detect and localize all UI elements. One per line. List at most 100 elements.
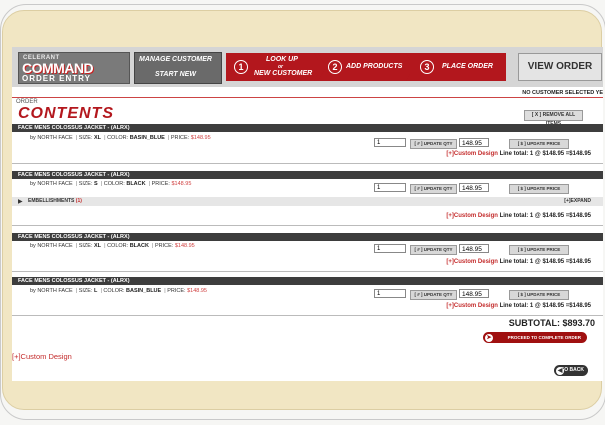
row-divider xyxy=(12,271,603,272)
proceed-label: PROCEED TO COMPLETE ORDER xyxy=(507,335,581,340)
item-price-label: PRICE: xyxy=(170,135,190,141)
embellishments-count: (1) xyxy=(75,198,82,204)
line-total: Line total: 1 @ $148.95 =$148.95 xyxy=(499,303,591,309)
arrow-right-icon: ➤ xyxy=(485,333,493,342)
subtotal: SUBTOTAL: $893.70 xyxy=(508,318,595,328)
item-brand: by NORTH FACE xyxy=(30,288,73,294)
command-logo[interactable]: CELERANT COMMAND ORDER ENTRY xyxy=(18,52,130,84)
update-price-button[interactable]: [ $ ] UPDATE PRICE xyxy=(509,290,569,300)
update-price-button[interactable]: [ $ ] UPDATE PRICE xyxy=(509,245,569,255)
expand-link[interactable]: [+]EXPAND xyxy=(564,198,591,204)
item-meta: by NORTH FACE | SIZE: L | COLOR: BASIN_B… xyxy=(30,288,207,294)
quantity-input[interactable]: 1 xyxy=(374,183,406,192)
custom-design-link[interactable]: [+]Custom Design xyxy=(446,151,498,157)
item-header-bar: FACE MENS COLOSSUS JACKET - (ALRX) xyxy=(12,171,603,179)
embellishments-row[interactable]: ▶ EMBELLISHMENTS (1) [+]EXPAND xyxy=(12,197,603,206)
item-price: $148.95 xyxy=(187,288,207,294)
step-label-new-customer: NEW CUSTOMER xyxy=(254,70,313,77)
step-label-lookup: LOOK UP xyxy=(266,56,298,63)
update-price-button[interactable]: [ $ ] UPDATE PRICE xyxy=(509,184,569,194)
item-color: BASIN_BLUE xyxy=(129,135,165,141)
update-qty-button[interactable]: [ # ] UPDATE QTY xyxy=(410,245,457,255)
manage-customer-link[interactable]: MANAGE CUSTOMER xyxy=(139,56,212,63)
proceed-to-complete-order-button[interactable]: ➤ PROCEED TO COMPLETE ORDER xyxy=(483,332,587,343)
row-divider xyxy=(12,225,603,226)
step-number-2: 2 xyxy=(328,60,342,74)
item-price-label: PRICE: xyxy=(154,243,174,249)
custom-design-link-main[interactable]: [+]Custom Design xyxy=(12,352,72,361)
price-input[interactable]: 148.95 xyxy=(459,289,489,298)
custom-design-link[interactable]: [+]Custom Design xyxy=(446,259,498,265)
go-back-button[interactable]: ◀ GO BACK xyxy=(554,365,588,376)
step-label-add-products: ADD PRODUCTS xyxy=(346,63,403,70)
triangle-right-icon: ▶ xyxy=(18,199,23,205)
custom-design-link[interactable]: [+]Custom Design xyxy=(446,303,498,309)
line-total-row: [+]Custom Design Line total: 1 @ $148.95… xyxy=(446,213,591,219)
price-input[interactable]: 148.95 xyxy=(459,138,489,147)
order-panel: CELERANT COMMAND ORDER ENTRY MANAGE CUST… xyxy=(12,47,603,381)
item-price: $148.95 xyxy=(171,181,192,187)
item-name: FACE MENS COLOSSUS JACKET - (ALRX) xyxy=(18,172,130,178)
page-frame: CELERANT COMMAND ORDER ENTRY MANAGE CUST… xyxy=(0,0,605,425)
item-color-label: COLOR: xyxy=(103,181,125,187)
item-header-bar: FACE MENS COLOSSUS JACKET - (ALRX) xyxy=(12,124,603,132)
view-order-button[interactable]: VIEW ORDER xyxy=(518,53,602,81)
item-color-label: COLOR: xyxy=(107,135,129,141)
quantity-input[interactable]: 1 xyxy=(374,138,406,147)
quantity-input[interactable]: 1 xyxy=(374,289,406,298)
item-header-bar: FACE MENS COLOSSUS JACKET - (ALRX) xyxy=(12,277,603,285)
top-nav: CELERANT COMMAND ORDER ENTRY MANAGE CUST… xyxy=(12,47,603,87)
row-divider xyxy=(12,315,603,316)
start-new-link[interactable]: START NEW xyxy=(155,71,196,78)
item-size-label: SIZE: xyxy=(78,243,93,249)
price-input[interactable]: 148.95 xyxy=(459,183,489,192)
line-total: Line total: 1 @ $148.95 =$148.95 xyxy=(499,151,591,157)
item-price: $148.95 xyxy=(190,135,211,141)
item-size-label: SIZE: xyxy=(78,288,93,294)
arrow-left-icon: ◀ xyxy=(556,366,564,375)
step-add-products[interactable]: 2 ADD PRODUCTS xyxy=(318,53,414,81)
step-lookup-customer[interactable]: 1 LOOK UP or NEW CUSTOMER xyxy=(226,53,322,81)
item-color: BLACK xyxy=(129,243,149,249)
item-brand: by NORTH FACE xyxy=(30,181,73,187)
line-total: Line total: 1 @ $148.95 =$148.95 xyxy=(499,213,591,219)
item-color-label: COLOR: xyxy=(107,243,129,249)
step-number-1: 1 xyxy=(234,60,248,74)
no-customer-status: NO CUSTOMER SELECTED YE xyxy=(522,90,603,96)
item-price-label: PRICE: xyxy=(151,181,170,187)
update-qty-button[interactable]: [ # ] UPDATE QTY xyxy=(410,290,457,300)
item-meta: by NORTH FACE | SIZE: XL | COLOR: BLACK … xyxy=(30,243,195,249)
item-size-label: SIZE: xyxy=(78,181,93,187)
item-color: BLACK xyxy=(126,181,146,187)
item-name: FACE MENS COLOSSUS JACKET - (ALRX) xyxy=(18,278,130,284)
update-qty-button[interactable]: [ # ] UPDATE QTY xyxy=(410,139,457,149)
item-size: XL xyxy=(94,135,102,141)
page-title: CONTENTS xyxy=(18,105,114,122)
embellishments-label: EMBELLISHMENTS (1) xyxy=(28,198,82,204)
quantity-input[interactable]: 1 xyxy=(374,244,406,253)
step-number-3: 3 xyxy=(420,60,434,74)
step-place-order[interactable]: 3 PLACE ORDER xyxy=(410,53,506,81)
item-size: L xyxy=(94,288,98,294)
manage-customer-box: MANAGE CUSTOMER START NEW xyxy=(134,52,222,84)
remove-all-button[interactable]: [ X ] REMOVE ALL ITEMS xyxy=(524,110,583,127)
item-size: XL xyxy=(94,243,102,249)
price-input[interactable]: 148.95 xyxy=(459,244,489,253)
item-meta: by NORTH FACE | SIZE: XL | COLOR: BASIN_… xyxy=(30,135,211,141)
item-meta: by NORTH FACE | SIZE: S | COLOR: BLACK |… xyxy=(30,181,192,187)
item-name: FACE MENS COLOSSUS JACKET - (ALRX) xyxy=(18,234,130,240)
update-price-button[interactable]: [ $ ] UPDATE PRICE xyxy=(509,139,569,149)
item-brand: by NORTH FACE xyxy=(30,243,73,249)
item-brand: by NORTH FACE xyxy=(30,135,73,141)
custom-design-link[interactable]: [+]Custom Design xyxy=(446,213,498,219)
line-total-row: [+]Custom Design Line total: 1 @ $148.95… xyxy=(446,303,591,309)
item-header-bar: FACE MENS COLOSSUS JACKET - (ALRX) xyxy=(12,233,603,241)
item-size: S xyxy=(94,181,98,187)
item-name: FACE MENS COLOSSUS JACKET - (ALRX) xyxy=(18,125,130,131)
item-color-label: COLOR: xyxy=(103,288,125,294)
line-total-row: [+]Custom Design Line total: 1 @ $148.95… xyxy=(446,259,591,265)
item-price-label: PRICE: xyxy=(167,288,186,294)
line-total-row: [+]Custom Design Line total: 1 @ $148.95… xyxy=(446,151,591,157)
row-divider xyxy=(12,163,603,164)
update-qty-button[interactable]: [ # ] UPDATE QTY xyxy=(410,184,457,194)
